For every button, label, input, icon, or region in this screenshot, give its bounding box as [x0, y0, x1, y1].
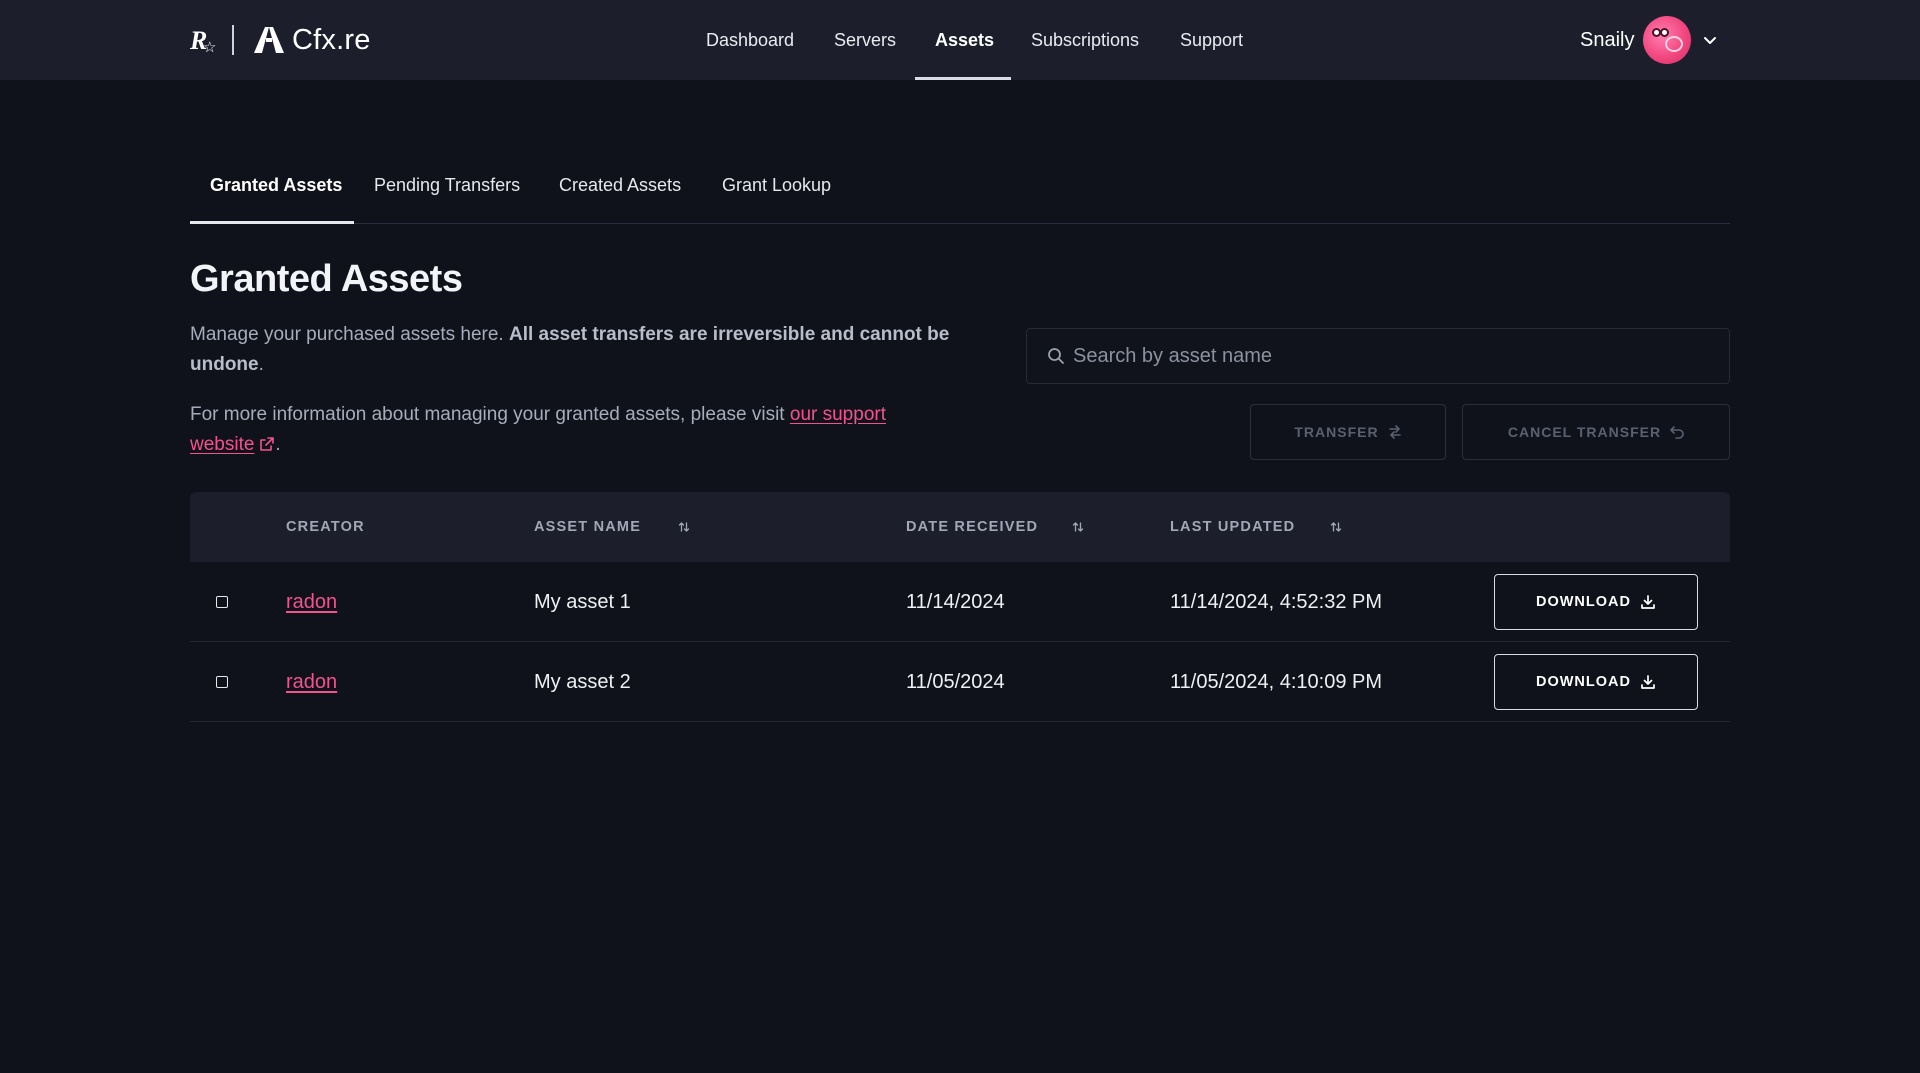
avatar-eye-right [1660, 28, 1670, 37]
date-received: 11/05/2024 [906, 671, 1005, 693]
support-info-end: . [275, 434, 281, 455]
user-name: Snaily [1580, 28, 1635, 51]
user-menu[interactable]: Snaily [1580, 14, 1717, 66]
table-row: radon My asset 1 11/14/2024 11/14/2024, … [190, 562, 1730, 642]
creator-link[interactable]: radon [286, 642, 337, 722]
cancel-transfer-button[interactable]: CANCEL TRANSFER [1462, 404, 1730, 460]
support-info-text: For more information about managing your… [190, 400, 890, 460]
cfx-logo-icon [254, 27, 284, 53]
sort-arrows-icon[interactable] [1072, 521, 1084, 533]
support-info-plain: For more information about managing your… [190, 404, 790, 425]
avatar-blob [1665, 36, 1684, 52]
intro-end: . [258, 354, 264, 375]
undo-arrow-icon [1670, 426, 1684, 439]
search-input[interactable] [1073, 329, 1729, 383]
column-header-last-updated[interactable]: LAST UPDATED [1170, 492, 1295, 562]
column-header-creator: CREATOR [286, 519, 365, 535]
tab-granted-assets[interactable]: Granted Assets [210, 160, 342, 224]
last-updated: 11/14/2024, 4:52:32 PM [1170, 591, 1383, 613]
search-icon [1048, 348, 1064, 364]
brand-name: Cfx.re [292, 23, 371, 56]
brand-divider [232, 25, 234, 55]
nav-servers[interactable]: Servers [834, 0, 896, 80]
tab-pending-transfers[interactable]: Pending Transfers [374, 160, 520, 224]
tab-created-assets[interactable]: Created Assets [559, 160, 681, 224]
download-button[interactable]: DOWNLOAD [1494, 574, 1698, 630]
nav-assets[interactable]: Assets [935, 0, 994, 80]
nav-dashboard[interactable]: Dashboard [706, 0, 794, 80]
subtab-active-indicator [190, 221, 354, 224]
last-updated: 11/05/2024, 4:10:09 PM [1170, 671, 1383, 693]
nav-support[interactable]: Support [1180, 0, 1243, 80]
brand-logo[interactable]: R ☆ Cfx.re [190, 22, 371, 58]
chevron-down-icon[interactable] [1703, 33, 1717, 47]
sort-arrows-icon[interactable] [678, 521, 690, 533]
external-link-icon [260, 437, 275, 451]
tab-grant-lookup[interactable]: Grant Lookup [722, 160, 831, 224]
search-box[interactable] [1026, 328, 1730, 384]
date-received: 11/14/2024 [906, 591, 1005, 613]
column-header-date-received[interactable]: DATE RECEIVED [906, 492, 1038, 562]
table-header: CREATOR ASSET NAME DATE RECEIVED LAST UP… [190, 492, 1730, 562]
rockstar-logo-icon: R ☆ [190, 26, 217, 56]
intro-plain: Manage your purchased assets here. [190, 324, 509, 345]
transfer-button[interactable]: TRANSFER [1250, 404, 1446, 460]
cancel-transfer-button-label: CANCEL TRANSFER [1507, 424, 1662, 440]
download-button-label: DOWNLOAD [1536, 594, 1631, 610]
sort-arrows-icon[interactable] [1330, 521, 1342, 533]
swap-arrows-icon [1388, 425, 1401, 439]
top-navigation-bar: R ☆ Cfx.re Dashboard Servers Assets Subsc… [0, 0, 1920, 80]
download-button-label: DOWNLOAD [1536, 674, 1631, 690]
intro-text: Manage your purchased assets here. All a… [190, 320, 990, 380]
row-checkbox[interactable] [216, 596, 228, 608]
creator-link[interactable]: radon [286, 562, 337, 642]
table-row: radon My asset 2 11/05/2024 11/05/2024, … [190, 642, 1730, 722]
row-checkbox[interactable] [216, 676, 228, 688]
download-icon [1641, 595, 1655, 609]
column-header-asset-name[interactable]: ASSET NAME [534, 492, 641, 562]
transfer-button-label: TRANSFER [1294, 424, 1379, 440]
page-title: Granted Assets [190, 258, 463, 300]
avatar[interactable] [1643, 16, 1692, 64]
asset-subtabs: Granted Assets Pending Transfers Created… [190, 160, 1730, 224]
download-icon [1641, 675, 1655, 689]
nav-subscriptions[interactable]: Subscriptions [1031, 0, 1139, 80]
granted-assets-table: CREATOR ASSET NAME DATE RECEIVED LAST UP… [190, 492, 1730, 722]
asset-name: My asset 1 [534, 591, 631, 613]
download-button[interactable]: DOWNLOAD [1494, 654, 1698, 710]
asset-name: My asset 2 [534, 671, 631, 693]
